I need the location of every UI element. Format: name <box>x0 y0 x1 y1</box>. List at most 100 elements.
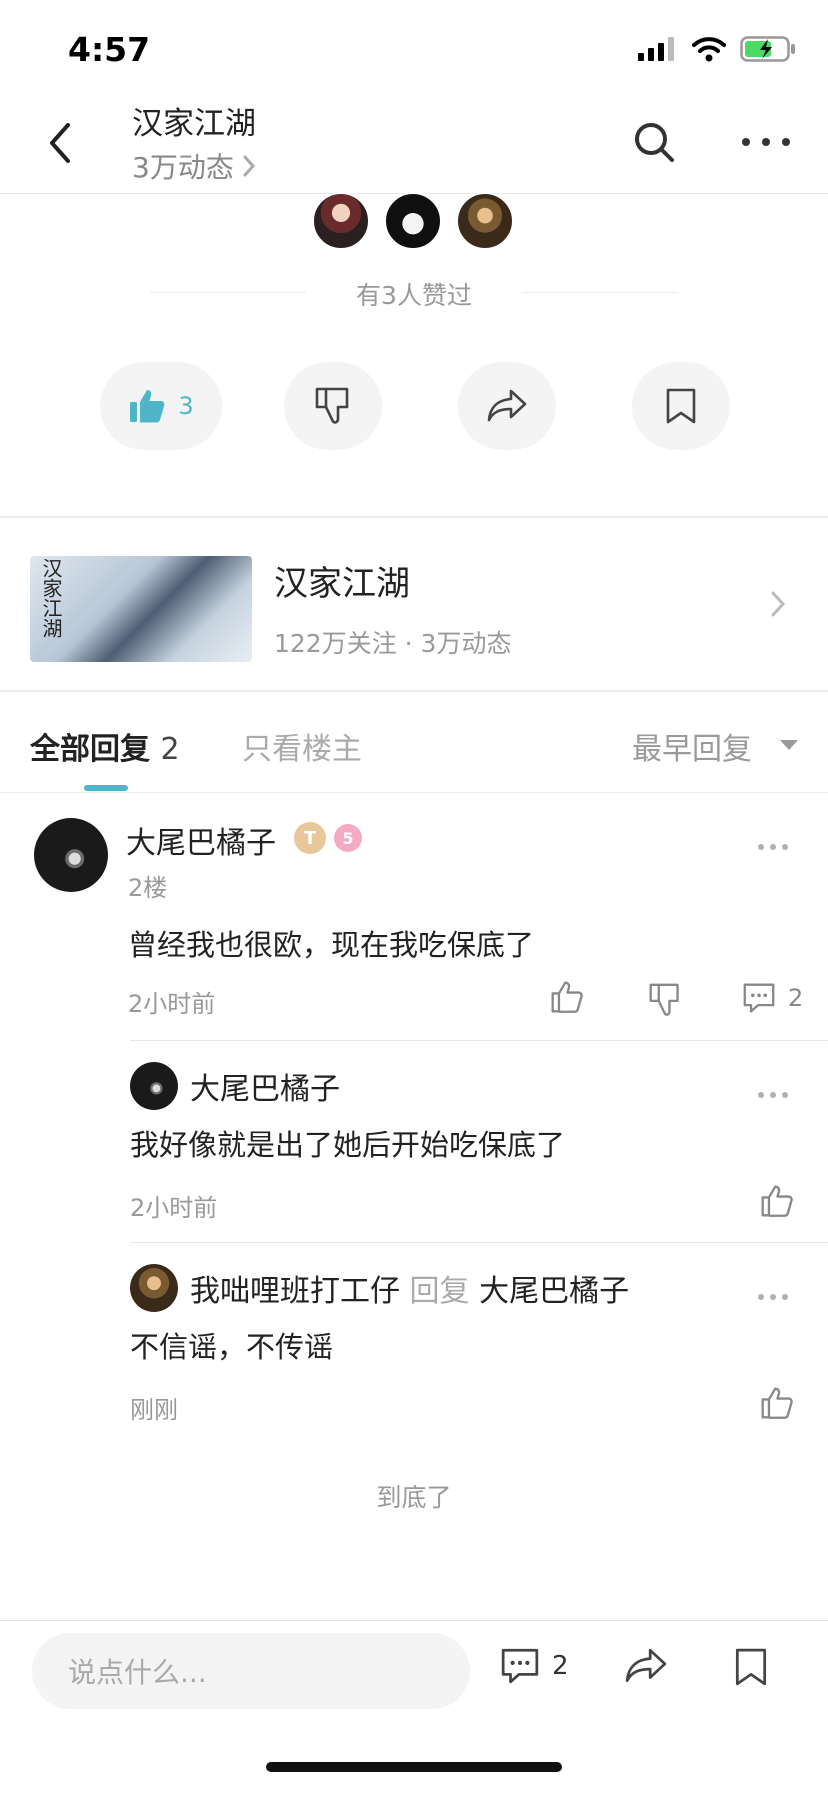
more-dot <box>782 844 788 850</box>
reply-body: 不信谣，不传谣 <box>130 1330 334 1364</box>
forum-title[interactable]: 汉家江湖 <box>132 98 256 143</box>
avatar[interactable] <box>130 1062 178 1110</box>
search-button[interactable] <box>632 120 676 164</box>
tab-op-only[interactable]: 只看楼主 <box>242 724 362 768</box>
search-icon <box>635 123 674 162</box>
reply-more-button[interactable] <box>758 1294 788 1302</box>
end-of-list-text: 到底了 <box>376 1483 452 1512</box>
thumbs-up-icon <box>761 1185 793 1217</box>
active-tab-indicator <box>84 785 128 791</box>
status-time: 4:57 <box>68 30 151 69</box>
reply-like-button[interactable] <box>760 1184 794 1222</box>
reply-author[interactable]: 大尾巴橘子 <box>190 1064 340 1108</box>
bookmark-icon <box>735 1648 767 1686</box>
liker-avatar[interactable] <box>384 192 442 250</box>
reply-target[interactable]: 大尾巴橘子 <box>479 1274 629 1309</box>
more-dot <box>770 1294 776 1300</box>
forum-cover-calligraphy: 汉家江湖 <box>39 558 63 638</box>
thumbs-down-icon <box>315 387 349 424</box>
share-arrow-icon <box>625 1648 667 1683</box>
forum-card-arrow[interactable] <box>770 590 786 622</box>
reply-word: 回复 <box>409 1274 470 1309</box>
more-dot <box>782 138 790 146</box>
thumbs-up-icon <box>551 981 583 1013</box>
bottom-comment-count: 2 <box>552 1651 569 1681</box>
forum-cover-image[interactable]: 汉家江湖 <box>30 556 252 662</box>
tab-all-replies[interactable]: 全部回复 2 <box>30 724 180 768</box>
user-badge-t: T <box>294 822 326 854</box>
more-dot <box>758 1092 764 1098</box>
share-arrow-icon <box>487 389 527 422</box>
chevron-right-icon <box>243 155 255 177</box>
tab-all-label: 全部回复 <box>30 732 150 767</box>
like-button[interactable]: 3 <box>100 362 222 450</box>
forum-subtitle: 3万动态 <box>132 151 234 184</box>
reply-header: 我咄哩班打工仔 回复 大尾巴橘子 <box>190 1266 629 1310</box>
back-button[interactable] <box>40 118 80 168</box>
bottom-collect-button[interactable] <box>734 1647 768 1691</box>
reply-author[interactable]: 我咄哩班打工仔 <box>190 1274 400 1309</box>
chevron-left-icon <box>50 123 70 163</box>
collect-button[interactable] <box>632 362 730 450</box>
forum-card-stats: 122万关注 · 3万动态 <box>274 629 512 658</box>
comment-reply-button[interactable]: 2 <box>742 982 803 1014</box>
section-divider <box>0 792 828 793</box>
thumbs-down-icon <box>649 983 679 1016</box>
wifi-icon <box>692 37 726 62</box>
like-count: 3 <box>178 392 194 420</box>
more-dot <box>742 138 750 146</box>
divider <box>130 1040 828 1041</box>
user-level-badge: 5 <box>334 824 362 852</box>
more-button[interactable] <box>742 120 790 164</box>
reply-time: 2小时前 <box>130 1194 218 1222</box>
thumbs-up-icon <box>761 1387 793 1419</box>
comment-floor: 2楼 <box>128 874 168 902</box>
comment-time: 2小时前 <box>128 990 216 1018</box>
comment-body: 曾经我也很欧，现在我吃保底了 <box>128 928 535 962</box>
status-icons <box>638 36 796 62</box>
reply-body: 我好像就是出了她后开始吃保底了 <box>130 1128 566 1162</box>
signal-icon <box>638 37 674 61</box>
bookmark-icon <box>666 388 696 424</box>
reply-like-button[interactable] <box>760 1386 794 1424</box>
more-dot <box>770 1092 776 1098</box>
liker-avatar[interactable] <box>312 192 370 250</box>
comment-input[interactable]: 说点什么... <box>32 1633 470 1709</box>
more-dot <box>758 844 764 850</box>
home-indicator[interactable] <box>266 1762 562 1772</box>
forum-subtitle-link[interactable]: 3万动态 <box>132 146 256 186</box>
more-dot <box>782 1294 788 1300</box>
divider <box>130 1242 828 1243</box>
more-dot <box>758 1294 764 1300</box>
section-divider <box>0 516 828 518</box>
likes-summary[interactable]: 有3人赞过 <box>0 276 828 312</box>
chat-bubble-icon <box>743 983 775 1013</box>
bottom-comment-button[interactable]: 2 <box>500 1647 569 1685</box>
thumbs-up-filled-icon <box>130 390 165 423</box>
more-dot <box>782 1092 788 1098</box>
bottom-share-button[interactable] <box>624 1647 668 1689</box>
comment-author[interactable]: 大尾巴橘子 <box>126 818 276 862</box>
chat-bubble-icon <box>501 1648 539 1684</box>
tab-all-count: 2 <box>160 732 180 767</box>
battery-icon <box>740 36 795 62</box>
comment-dislike-button[interactable] <box>648 982 682 1022</box>
sort-dropdown[interactable]: 最早回复 <box>632 724 752 768</box>
more-dot <box>762 138 770 146</box>
share-button[interactable] <box>458 362 556 450</box>
top-header: 汉家江湖 3万动态 <box>0 88 828 194</box>
more-dot <box>770 844 776 850</box>
comment-reply-count: 2 <box>788 984 804 1012</box>
liker-avatar[interactable] <box>456 192 514 250</box>
chevron-right-icon <box>771 591 786 617</box>
reply-time: 刚刚 <box>130 1396 178 1424</box>
dislike-button[interactable] <box>284 362 382 450</box>
avatar[interactable] <box>34 818 108 892</box>
avatar[interactable] <box>130 1264 178 1312</box>
comment-more-button[interactable] <box>758 844 788 852</box>
section-divider <box>0 690 828 692</box>
comment-like-button[interactable] <box>550 980 584 1018</box>
reply-more-button[interactable] <box>758 1092 788 1100</box>
caret-down-icon[interactable] <box>780 740 798 750</box>
forum-card-name[interactable]: 汉家江湖 <box>274 556 410 605</box>
